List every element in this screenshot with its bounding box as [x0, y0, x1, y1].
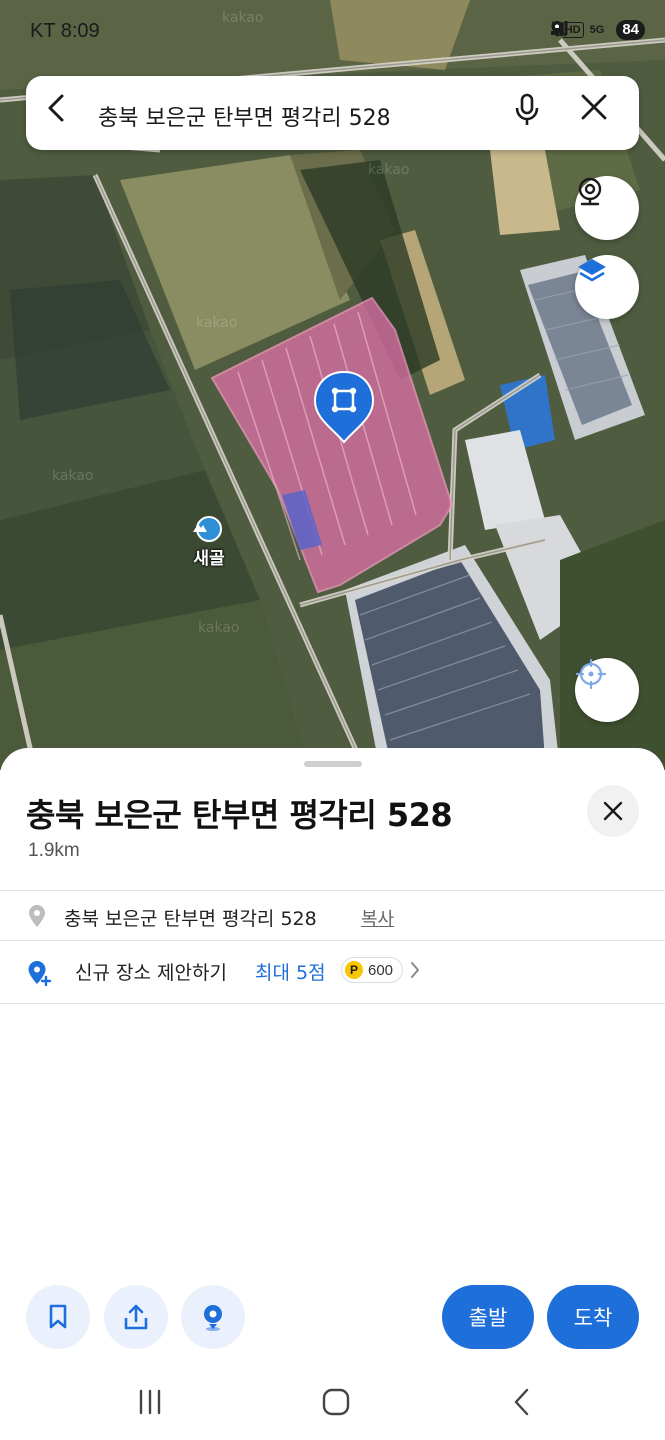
set-arrival-button[interactable]: 도착 [547, 1285, 639, 1349]
carrier-time: KT 8:09 [30, 20, 100, 42]
search-input[interactable]: 충북 보은군 탄부면 평각리 528 [98, 100, 391, 132]
points-coin-icon: P [345, 961, 363, 979]
layers-button[interactable] [575, 255, 639, 319]
close-icon [603, 801, 623, 821]
location-pin-icon [26, 903, 48, 933]
roadview-icon [578, 177, 602, 206]
network-type: 5G [589, 24, 605, 36]
recent-apps-button[interactable] [120, 1380, 180, 1424]
map-view[interactable]: kakao kakao kakao kakao kakao 새골 KT 8:09… [0, 0, 665, 770]
points-value: 600 [368, 961, 394, 979]
map-watermark: kakao [52, 468, 94, 484]
status-bar: KT 8:09 HD 5G 84 [0, 0, 665, 66]
mountain-icon [193, 516, 222, 542]
share-icon [124, 1304, 148, 1330]
suggest-max-points: 최대 5점 [255, 962, 326, 984]
chevron-right-icon [409, 960, 421, 984]
clear-search-button[interactable] [580, 93, 620, 133]
address-text: 충북 보은군 탄부면 평각리 528 [64, 908, 317, 930]
map-pin-button[interactable] [181, 1285, 245, 1349]
map-watermark: kakao [368, 162, 410, 178]
current-location-icon [575, 658, 607, 690]
recent-apps-icon [139, 1389, 161, 1415]
distance-text: 1.9km [28, 840, 80, 861]
microphone-icon [515, 93, 539, 125]
share-button[interactable] [104, 1285, 168, 1349]
suggest-new-place-row[interactable]: 신규 장소 제안하기 최대 5점 P 600 [0, 941, 665, 1003]
close-sheet-button[interactable] [587, 785, 639, 837]
bookmark-icon [49, 1304, 67, 1329]
voice-search-button[interactable] [514, 93, 554, 133]
suggest-place-label: 신규 장소 제안하기 [75, 962, 227, 984]
back-button[interactable] [44, 93, 84, 133]
battery-level: 84 [616, 20, 645, 40]
copy-address-button[interactable]: 복사 [361, 905, 394, 931]
layers-icon [578, 259, 606, 282]
address-row: 충북 보은군 탄부면 평각리 528 복사 [0, 891, 665, 940]
close-icon [581, 94, 607, 120]
add-place-icon [26, 959, 52, 991]
divider [0, 1003, 665, 1004]
sheet-drag-handle[interactable] [304, 761, 362, 767]
place-detail-sheet: 충북 보은군 탄부면 평각리 528 1.9km 충북 보은군 탄부면 평각리 … [0, 748, 665, 1440]
place-label-saegol[interactable]: 새골 [189, 516, 229, 569]
system-navigation-bar [0, 1360, 665, 1440]
map-watermark: kakao [198, 620, 240, 636]
save-button[interactable] [26, 1285, 90, 1349]
place-title: 충북 보은군 탄부면 평각리 528 [26, 796, 453, 834]
current-location-button[interactable] [575, 658, 639, 722]
map-watermark: kakao [196, 315, 238, 331]
pin-icon [204, 1305, 222, 1331]
home-button[interactable] [306, 1380, 366, 1424]
back-icon [514, 1388, 529, 1416]
place-label-text: 새골 [193, 549, 225, 569]
home-icon [322, 1388, 350, 1416]
roadview-button[interactable] [575, 176, 639, 240]
system-back-button[interactable] [492, 1380, 552, 1424]
search-bar: 충북 보은군 탄부면 평각리 528 [26, 76, 639, 150]
status-icons: HD 5G 84 [550, 20, 645, 40]
set-departure-button[interactable]: 출발 [442, 1285, 534, 1349]
chevron-left-icon [48, 94, 64, 122]
points-badge: P 600 [341, 957, 404, 983]
